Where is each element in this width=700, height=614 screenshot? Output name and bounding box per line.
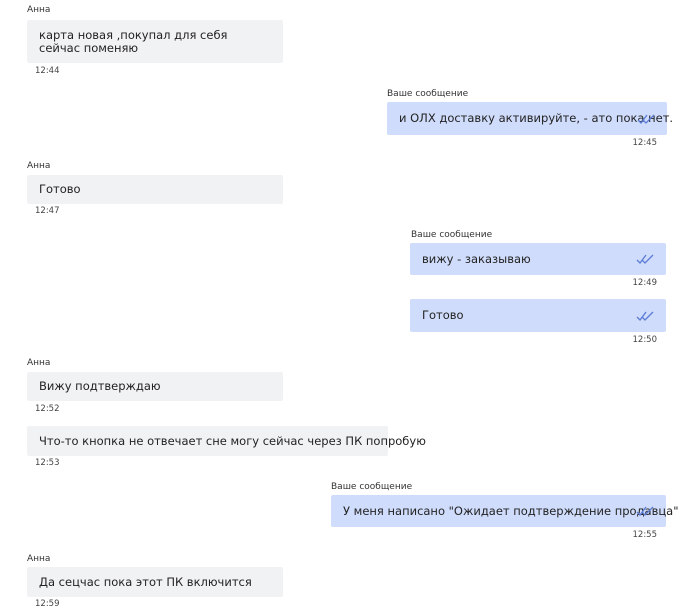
message-text: карта новая ,покупал для себя xyxy=(39,27,228,42)
sender-name: Анна xyxy=(27,5,51,15)
message-text: Готово xyxy=(422,308,464,322)
message-time: 12:47 xyxy=(35,206,60,216)
incoming-message-bubble[interactable]: Вижу подтверждаю xyxy=(27,372,283,401)
double-check-icon xyxy=(636,254,654,264)
sender-name: Анна xyxy=(27,161,51,171)
message-text: сейчас поменяю xyxy=(39,40,139,55)
message-text: Да сецчас пока этот ПК включится xyxy=(39,574,252,589)
incoming-message-bubble[interactable]: Что-то кнопка не отвечает сне могу сейча… xyxy=(27,426,426,456)
message-time: 12:45 xyxy=(632,138,658,148)
sender-name: Анна xyxy=(27,554,51,564)
double-check-icon xyxy=(636,506,654,516)
message-time: 12:52 xyxy=(35,404,60,414)
message-time: 12:53 xyxy=(35,458,60,468)
sender-name: Ваше сообщение xyxy=(387,89,469,99)
message-time: 12:44 xyxy=(35,66,60,76)
outgoing-message-bubble[interactable]: У меня написано "Ожидает подтверждение п… xyxy=(331,495,679,527)
double-check-icon xyxy=(637,114,655,124)
incoming-message-bubble[interactable]: Готово xyxy=(27,175,283,204)
message-text: Что-то кнопка не отвечает сне могу сейча… xyxy=(39,433,426,448)
incoming-message-bubble[interactable]: Да сецчас пока этот ПК включится xyxy=(27,567,283,597)
outgoing-message-bubble[interactable]: и ОЛХ доставку активируйте, - ато пока н… xyxy=(387,102,673,135)
outgoing-message-bubble[interactable]: Готово xyxy=(410,299,666,332)
message-text: Вижу подтверждаю xyxy=(39,379,161,393)
message-text: вижу - заказываю xyxy=(422,251,531,266)
incoming-message-bubble[interactable]: карта новая ,покупал для себя сейчас пом… xyxy=(27,20,283,63)
message-time: 12:55 xyxy=(632,530,658,540)
message-text: Готово xyxy=(39,182,81,196)
message-time: 12:49 xyxy=(632,278,658,288)
message-time: 12:50 xyxy=(632,335,658,345)
sender-name: Ваше сообщение xyxy=(331,482,413,492)
double-check-icon xyxy=(636,311,654,321)
sender-name: Ваше сообщение xyxy=(411,230,493,240)
outgoing-message-bubble[interactable]: вижу - заказываю xyxy=(410,243,666,275)
sender-name: Анна xyxy=(27,358,51,368)
message-time: 12:59 xyxy=(35,599,60,609)
